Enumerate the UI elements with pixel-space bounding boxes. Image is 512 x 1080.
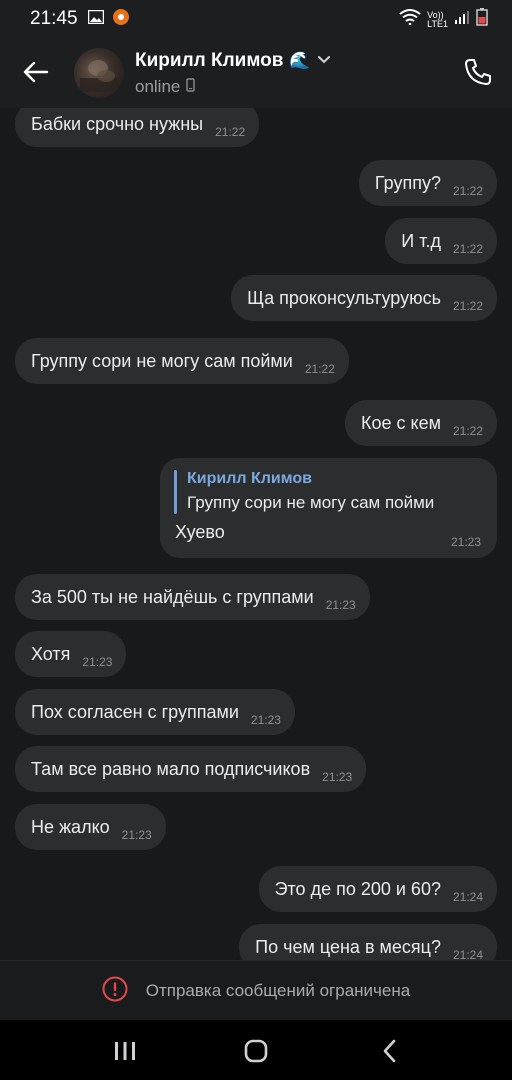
battery-icon — [476, 8, 488, 31]
message-text: За 500 ты не найдёшь с группами — [31, 586, 314, 607]
messaging-restricted-bar: Отправка сообщений ограничена — [0, 960, 512, 1021]
message-bubble[interactable]: Не жалко 21:23 — [15, 804, 166, 850]
message-time: 21:24 — [452, 890, 483, 904]
call-button[interactable] — [462, 56, 494, 88]
message-bubble[interactable]: За 500 ты не найдёшь с группами 21:23 — [15, 574, 370, 620]
message-text: Пох согласен с группами — [31, 701, 239, 722]
message-text: И т.д — [401, 230, 441, 251]
message-text: Хуево — [175, 522, 225, 542]
volte-icon: Vo)) LTE1 — [427, 10, 448, 29]
phone-icon — [465, 59, 491, 85]
message-time: 21:23 — [322, 770, 353, 784]
message-text: Там все равно мало подписчиков — [31, 758, 311, 779]
message-bubble[interactable]: Кое с кем 21:22 — [344, 400, 497, 446]
message-bubble[interactable]: Это де по 200 и 60? 21:24 — [258, 866, 497, 912]
recent-apps-icon — [115, 1042, 135, 1060]
message-text: Это де по 200 и 60? — [274, 878, 441, 899]
status-bar: 21:45 Vo)) LTE1 — [0, 0, 512, 38]
message-text: Ща проконсультуруюсь — [247, 287, 441, 308]
message-bubble[interactable]: Ща проконсультуруюсь 21:22 — [231, 275, 497, 321]
message-bubble[interactable]: Бабки срочно нужны 21:22 — [15, 108, 260, 147]
message-time: 21:23 — [250, 713, 281, 727]
system-navigation-bar — [0, 1020, 512, 1080]
back-nav-button[interactable] — [375, 1036, 405, 1066]
message-time: 21:24 — [452, 948, 483, 960]
wave-emoji: 🌊 — [289, 51, 311, 70]
contact-name: Кирилл Климов — [135, 50, 284, 71]
chevron-down-icon — [317, 52, 331, 70]
message-text: Хотя — [31, 643, 71, 664]
message-time: 21:23 — [121, 828, 152, 842]
avatar[interactable] — [74, 48, 124, 98]
mobile-device-icon — [186, 77, 196, 97]
chat-header: Кирилл Климов 🌊 online — [0, 38, 512, 108]
arrow-left-icon — [23, 61, 49, 83]
message-time: 21:23 — [325, 598, 356, 612]
reply-message-bubble[interactable]: Кирилл Климов Группу сори не могу сам по… — [160, 458, 497, 558]
message-text: Не жалко — [31, 816, 110, 837]
message-text: Группу? — [374, 172, 441, 193]
message-time: 21:23 — [82, 655, 113, 669]
restriction-label: Отправка сообщений ограничена — [145, 981, 411, 1000]
message-time: 21:22 — [304, 362, 335, 376]
quote-text: Группу сори не могу сам пойми — [187, 493, 435, 512]
message-bubble[interactable]: Группу сори не могу сам пойми 21:22 — [15, 338, 349, 384]
message-list[interactable]: Бабки срочно нужны 21:22 Группу? 21:22 И… — [0, 108, 512, 960]
status-time: 21:45 — [30, 8, 78, 29]
warning-icon — [102, 976, 128, 1007]
home-icon — [244, 1039, 268, 1063]
message-bubble[interactable]: Группу? 21:22 — [358, 160, 497, 206]
wifi-icon — [399, 9, 421, 30]
message-bubble[interactable]: Хотя 21:23 — [15, 631, 127, 677]
back-button[interactable] — [20, 56, 52, 88]
message-time: 21:22 — [452, 424, 483, 438]
message-bubble[interactable]: Там все равно мало подписчиков 21:23 — [15, 746, 367, 792]
message-text: Бабки срочно нужны — [31, 113, 204, 134]
image-icon — [87, 9, 104, 29]
home-button[interactable] — [241, 1036, 271, 1066]
quote-bar — [174, 470, 177, 514]
signal-icon — [454, 9, 470, 30]
recent-apps-button[interactable] — [110, 1036, 140, 1066]
contact-title[interactable]: Кирилл Климов 🌊 online — [135, 50, 331, 97]
message-bubble[interactable]: Пох согласен с группами 21:23 — [15, 689, 295, 735]
quote-author: Кирилл Климов — [187, 470, 312, 487]
message-time: 21:22 — [452, 242, 483, 256]
message-time: 21:23 — [450, 535, 481, 549]
message-time: 21:22 — [215, 125, 246, 139]
message-text: Группу сори не могу сам пойми — [31, 350, 293, 371]
message-text: Кое с кем — [360, 412, 441, 433]
message-bubble[interactable]: И т.д 21:22 — [385, 218, 497, 264]
chevron-left-icon — [383, 1039, 396, 1063]
message-text: По чем цена в месяц? — [255, 936, 441, 957]
online-status: online — [135, 77, 181, 96]
message-time: 21:22 — [452, 299, 483, 313]
message-bubble[interactable]: По чем цена в месяц? 21:24 — [239, 924, 497, 960]
notification-badge-icon — [112, 8, 130, 31]
message-time: 21:22 — [452, 184, 483, 198]
lte-label: LTE1 — [427, 18, 448, 29]
